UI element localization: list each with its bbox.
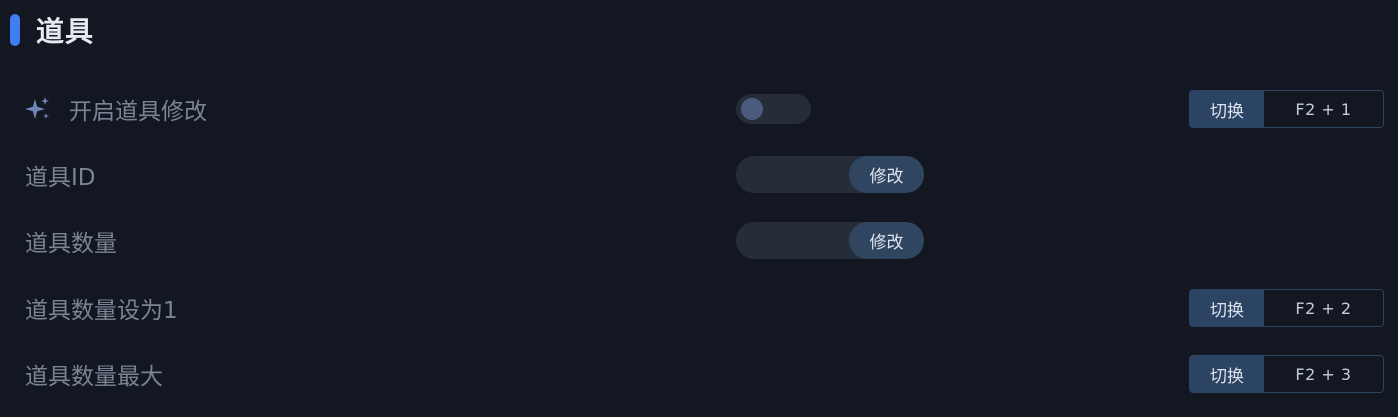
row-max-quantity: 道具数量最大 切换 F2 + 3 (0, 354, 1398, 394)
row-enable-item-modify: 开启道具修改 切换 F2 + 1 (0, 89, 1398, 129)
section-title: 道具 (36, 15, 95, 48)
hotkey-keys: F2 + 1 (1264, 91, 1383, 127)
row-label: 开启道具修改 (25, 89, 207, 129)
set-quantity-1-label: 道具数量设为1 (25, 298, 178, 324)
hotkey-keys: F2 + 3 (1264, 356, 1383, 392)
hotkey-toggle-label: 切换 (1190, 356, 1264, 392)
item-quantity-modify-button[interactable]: 修改 (849, 222, 924, 259)
item-id-input[interactable] (736, 156, 864, 193)
row-set-quantity-1: 道具数量设为1 切换 F2 + 2 (0, 288, 1398, 328)
hotkey-toggle-label: 切换 (1190, 290, 1264, 326)
row-item-quantity: 道具数量 修改 (0, 221, 1398, 261)
sparkle-icon (25, 96, 51, 122)
max-quantity-label: 道具数量最大 (25, 364, 163, 390)
section-accent-bar (10, 14, 20, 46)
hotkey-keys: F2 + 2 (1264, 290, 1383, 326)
row-label: 道具数量最大 (25, 354, 163, 394)
item-quantity-input[interactable] (736, 222, 864, 259)
hotkey-toggle-label: 切换 (1190, 91, 1264, 127)
row-label: 道具数量 (25, 221, 117, 261)
item-id-modify-button[interactable]: 修改 (849, 156, 924, 193)
row-label: 道具ID (25, 155, 96, 195)
item-id-input-group: 修改 (736, 156, 924, 193)
hotkey-set-quantity-1[interactable]: 切换 F2 + 2 (1189, 289, 1384, 327)
hotkey-enable-item-modify[interactable]: 切换 F2 + 1 (1189, 90, 1384, 128)
row-item-id: 道具ID 修改 (0, 155, 1398, 195)
section-header: 道具 (10, 10, 94, 50)
enable-item-modify-label: 开启道具修改 (69, 99, 207, 125)
hotkey-max-quantity[interactable]: 切换 F2 + 3 (1189, 355, 1384, 393)
item-id-label: 道具ID (25, 165, 96, 191)
row-label: 道具数量设为1 (25, 288, 178, 328)
enable-item-modify-toggle[interactable] (736, 94, 811, 124)
toggle-knob (741, 98, 763, 120)
item-quantity-label: 道具数量 (25, 231, 117, 257)
item-quantity-input-group: 修改 (736, 222, 924, 259)
